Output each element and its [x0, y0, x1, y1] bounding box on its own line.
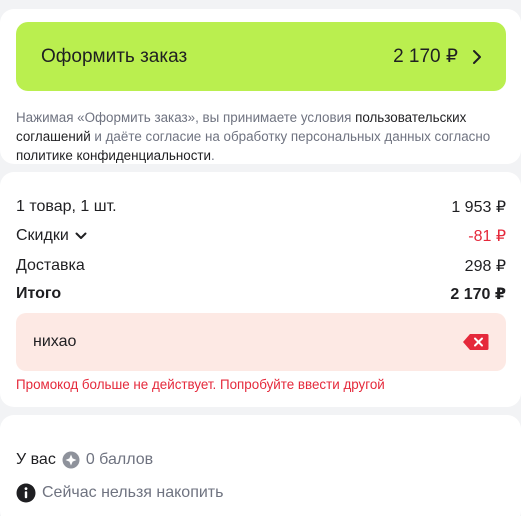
place-order-label: Оформить заказ — [41, 45, 188, 67]
total-value: 2 170 ₽ — [450, 286, 506, 303]
terms-text: Нажимая «Оформить заказ», вы принимаете … — [16, 108, 506, 165]
place-order-button[interactable]: Оформить заказ 2 170 ₽ — [16, 22, 506, 91]
chevron-right-icon — [472, 48, 486, 66]
promo-code-input[interactable] — [33, 333, 462, 351]
bonus-coin-icon — [62, 451, 80, 469]
bonus-card: У вас 0 баллов Сейчас нельзя накопить — [0, 415, 521, 516]
discounts-label: Скидки — [16, 227, 69, 244]
discounts-value: -81 ₽ — [468, 228, 506, 245]
chevron-down-icon — [75, 227, 87, 245]
bonus-points: 0 баллов — [85, 451, 154, 468]
items-value: 1 953 ₽ — [451, 199, 506, 216]
bonus-accrual-text: Сейчас нельзя накопить — [42, 484, 224, 501]
delivery-value: 298 ₽ — [464, 258, 506, 275]
info-icon[interactable] — [16, 483, 36, 503]
privacy-policy-link[interactable]: политике конфиденциальности — [16, 148, 211, 163]
summary-delivery-row: Доставка 298 ₽ — [16, 256, 506, 276]
terms-middle: и даёте согласие на обработку персональн… — [90, 129, 491, 144]
terms-prefix: Нажимая «Оформить заказ», вы принимаете … — [16, 110, 356, 125]
clear-promo-icon[interactable] — [462, 333, 489, 351]
items-label: 1 товар, 1 шт. — [16, 198, 117, 215]
discounts-toggle[interactable]: Скидки — [16, 227, 87, 245]
terms-suffix: . — [211, 148, 215, 163]
checkout-card: Оформить заказ 2 170 ₽ Нажимая «Оформить… — [0, 9, 521, 164]
summary-items-row: 1 товар, 1 шт. 1 953 ₽ — [16, 197, 506, 217]
summary-discounts-row: Скидки -81 ₽ — [16, 226, 506, 246]
place-order-price: 2 170 ₽ — [393, 46, 458, 67]
promo-error-message: Промокод больше не действует. Попробуйте… — [16, 377, 385, 392]
bonus-balance-row: У вас 0 баллов — [16, 451, 153, 469]
summary-total-row: Итого 2 170 ₽ — [16, 284, 506, 304]
delivery-label: Доставка — [16, 257, 85, 274]
bonus-prefix: У вас — [16, 451, 56, 468]
order-summary-card: 1 товар, 1 шт. 1 953 ₽ Скидки -81 ₽ Дост… — [0, 172, 521, 407]
promo-code-field — [16, 313, 506, 371]
bonus-accrual-row: Сейчас нельзя накопить — [16, 483, 223, 503]
total-label: Итого — [16, 285, 62, 302]
